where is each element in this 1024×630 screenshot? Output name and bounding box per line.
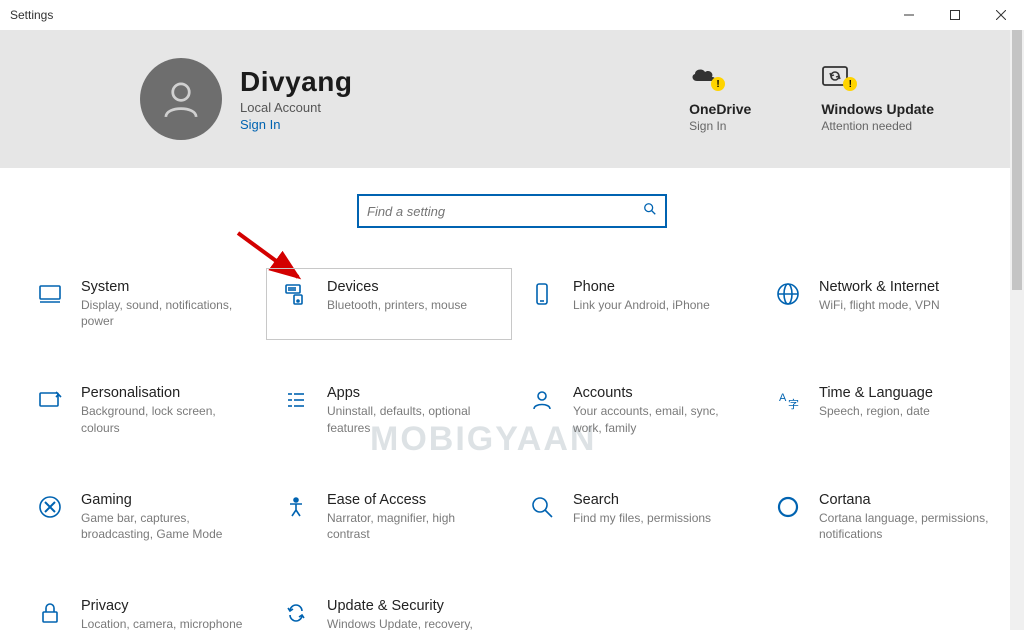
category-accounts[interactable]: Accounts Your accounts, email, sync, work…	[512, 374, 758, 446]
tile-desc: Display, sound, notifications, power	[81, 297, 251, 329]
tile-desc: Uninstall, defaults, optional features	[327, 403, 497, 435]
tile-desc: WiFi, flight mode, VPN	[819, 297, 940, 313]
tile-title: Network & Internet	[819, 279, 940, 295]
category-search[interactable]: Search Find my files, permissions	[512, 481, 758, 553]
windows-update-status[interactable]: ! Windows Update Attention needed	[821, 65, 934, 133]
onedrive-title: OneDrive	[689, 101, 751, 117]
time-language-icon: A字	[773, 385, 803, 415]
tile-desc: Location, camera, microphone	[81, 616, 242, 630]
tile-title: Gaming	[81, 492, 251, 508]
onedrive-status[interactable]: ! OneDrive Sign In	[689, 65, 751, 133]
avatar[interactable]	[140, 58, 222, 140]
tile-desc: Game bar, captures, broadcasting, Game M…	[81, 510, 251, 542]
tile-title: Ease of Access	[327, 492, 497, 508]
tile-title: Accounts	[573, 385, 743, 401]
update-security-icon	[281, 598, 311, 628]
tile-title: Phone	[573, 279, 710, 295]
minimize-button[interactable]	[886, 0, 932, 30]
cortana-icon	[773, 492, 803, 522]
phone-icon	[527, 279, 557, 309]
tile-desc: Windows Update, recovery,	[327, 616, 473, 630]
category-gaming[interactable]: Gaming Game bar, captures, broadcasting, …	[20, 481, 266, 553]
category-devices[interactable]: Devices Bluetooth, printers, mouse	[266, 268, 512, 340]
settings-grid: System Display, sound, notifications, pow…	[0, 238, 1024, 630]
warning-badge-icon: !	[843, 77, 857, 91]
user-header: Divyang Local Account Sign In ! OneDrive…	[0, 30, 1024, 168]
svg-text:A: A	[779, 392, 787, 404]
globe-icon	[773, 279, 803, 309]
search-icon	[643, 202, 657, 221]
scrollbar-thumb[interactable]	[1012, 30, 1022, 290]
category-ease-of-access[interactable]: Ease of Access Narrator, magnifier, high …	[266, 481, 512, 553]
tile-title: Privacy	[81, 598, 242, 614]
window-controls	[886, 0, 1024, 30]
tile-desc: Link your Android, iPhone	[573, 297, 710, 313]
tile-title: Apps	[327, 385, 497, 401]
category-apps[interactable]: Apps Uninstall, defaults, optional featur…	[266, 374, 512, 446]
tile-title: System	[81, 279, 251, 295]
tile-title: Cortana	[819, 492, 989, 508]
sign-in-link[interactable]: Sign In	[240, 117, 352, 132]
tile-title: Time & Language	[819, 385, 933, 401]
search-container	[0, 168, 1024, 238]
personalisation-icon	[35, 385, 65, 415]
tile-desc: Narrator, magnifier, high contrast	[327, 510, 497, 542]
close-button[interactable]	[978, 0, 1024, 30]
category-time-language[interactable]: A字 Time & Language Speech, region, date	[758, 374, 1004, 446]
tile-desc: Bluetooth, printers, mouse	[327, 297, 467, 313]
update-title: Windows Update	[821, 101, 934, 117]
scrollbar[interactable]	[1010, 30, 1024, 630]
apps-icon	[281, 385, 311, 415]
category-personalisation[interactable]: Personalisation Background, lock screen, …	[20, 374, 266, 446]
svg-text:字: 字	[788, 397, 799, 411]
category-privacy[interactable]: Privacy Location, camera, microphone	[20, 587, 266, 630]
lock-icon	[35, 598, 65, 628]
account-type: Local Account	[240, 100, 352, 115]
category-network[interactable]: Network & Internet WiFi, flight mode, VPN	[758, 268, 1004, 340]
accounts-icon	[527, 385, 557, 415]
tile-title: Devices	[327, 279, 467, 295]
tile-title: Personalisation	[81, 385, 251, 401]
warning-badge-icon: !	[711, 77, 725, 91]
search-input[interactable]	[367, 204, 643, 219]
search-box[interactable]	[357, 194, 667, 228]
tile-desc: Find my files, permissions	[573, 510, 711, 526]
category-phone[interactable]: Phone Link your Android, iPhone	[512, 268, 758, 340]
search-category-icon	[527, 492, 557, 522]
tile-title: Search	[573, 492, 711, 508]
ease-of-access-icon	[281, 492, 311, 522]
tile-desc: Your accounts, email, sync, work, family	[573, 403, 743, 435]
category-cortana[interactable]: Cortana Cortana language, permissions, no…	[758, 481, 1004, 553]
tile-title: Update & Security	[327, 598, 473, 614]
onedrive-sub: Sign In	[689, 119, 751, 133]
tile-desc: Background, lock screen, colours	[81, 403, 251, 435]
window-title: Settings	[10, 8, 53, 22]
system-icon	[35, 279, 65, 309]
maximize-button[interactable]	[932, 0, 978, 30]
tile-desc: Speech, region, date	[819, 403, 933, 419]
tile-desc: Cortana language, permissions, notificat…	[819, 510, 989, 542]
user-name: Divyang	[240, 66, 352, 98]
titlebar: Settings	[0, 0, 1024, 30]
devices-icon	[281, 279, 311, 309]
category-system[interactable]: System Display, sound, notifications, pow…	[20, 268, 266, 340]
update-sub: Attention needed	[821, 119, 934, 133]
gaming-icon	[35, 492, 65, 522]
category-update-security[interactable]: Update & Security Windows Update, recover…	[266, 587, 512, 630]
